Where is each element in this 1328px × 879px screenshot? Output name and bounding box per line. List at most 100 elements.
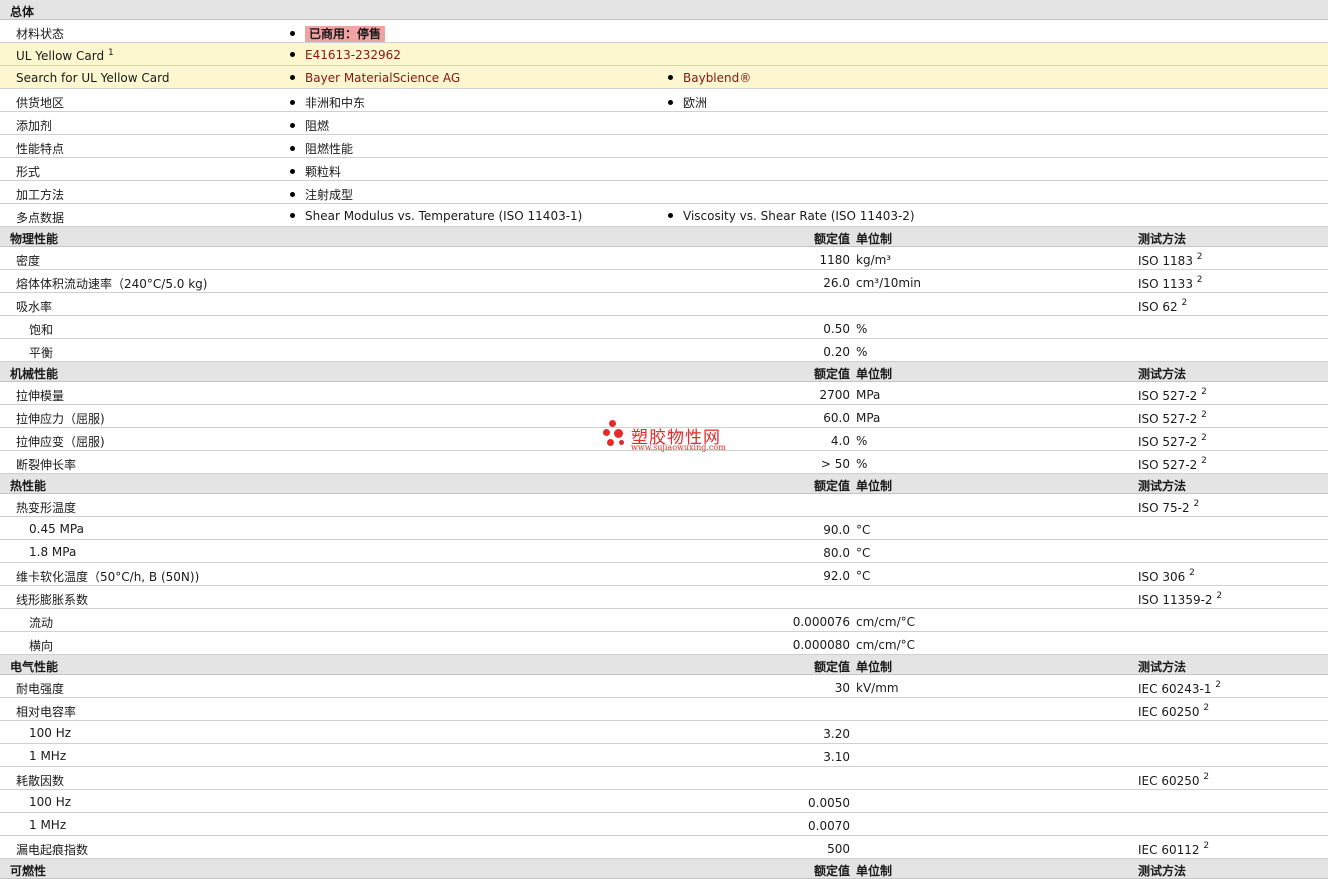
row-label: 多点数据: [16, 211, 65, 225]
property-row: 熔体体积流动速率（240°C/5.0 kg) 26.0 cm³/10min ISO 1…: [0, 270, 1328, 293]
property-row: 1 MHz 0.0070: [0, 813, 1328, 836]
property-unit: °C: [856, 523, 871, 537]
row-label: 供货地区: [16, 96, 65, 110]
header-value: 额定值: [813, 367, 850, 381]
property-label: 饱和: [29, 323, 54, 337]
bullet-icon: [668, 100, 673, 105]
property-unit: %: [856, 345, 868, 359]
logo-dots-icon: [603, 420, 629, 450]
property-unit: kV/mm: [856, 681, 899, 695]
header-unit: 单位制: [856, 479, 893, 493]
test-method: IEC 60250 2: [1138, 772, 1210, 788]
property-label: 熔体体积流动速率（240°C/5.0 kg): [16, 277, 208, 291]
property-row: 流动 0.000076 cm/cm/°C: [0, 609, 1328, 632]
header-unit: 单位制: [856, 660, 893, 674]
test-method-name: ISO 527-2: [1138, 458, 1198, 472]
test-method: ISO 11359-2 2: [1138, 591, 1222, 607]
property-value: 4.0: [830, 434, 850, 448]
header-unit: 单位制: [856, 232, 893, 246]
row-search-ul: Search for UL Yellow Card Bayer Material…: [0, 66, 1328, 89]
property-row: 线形膨胀系数 ISO 11359-2 2: [0, 586, 1328, 609]
property-label: 耐电强度: [16, 682, 65, 696]
test-method: IEC 60112 2: [1138, 841, 1210, 857]
bullet-item: 阻燃: [290, 117, 329, 134]
test-method-name: ISO 527-2: [1138, 389, 1198, 403]
row-label: 添加剂: [16, 119, 53, 133]
test-method: ISO 306 2: [1138, 568, 1195, 584]
row-multipoint: 多点数据 Shear Modulus vs. Temperature (ISO …: [0, 204, 1328, 227]
header-unit: 单位制: [856, 367, 893, 381]
footnote-ref: 2: [1193, 499, 1200, 509]
test-method-name: ISO 527-2: [1138, 412, 1198, 426]
test-method: ISO 527-2 2: [1138, 410, 1207, 426]
test-method-name: ISO 62: [1138, 300, 1178, 314]
property-value: 500: [827, 842, 850, 856]
property-label: 相对电容率: [16, 705, 77, 719]
test-method: ISO 527-2 2: [1138, 387, 1207, 403]
header-value: 额定值: [813, 232, 850, 246]
footnote-ref: 2: [1203, 703, 1210, 713]
property-label: 耗散因数: [16, 774, 65, 788]
row-label: 性能特点: [16, 142, 65, 156]
section-title: 可燃性: [10, 864, 47, 878]
bullet-item: 非洲和中东: [290, 94, 365, 111]
bullet-icon: [290, 213, 295, 218]
property-label: 1.8 MPa: [29, 545, 77, 559]
test-method: ISO 1133 2: [1138, 275, 1203, 291]
bullet-item: 颗粒料: [290, 163, 341, 180]
property-row: 横向 0.000080 cm/cm/°C: [0, 632, 1328, 655]
footnote-ref: 2: [1189, 568, 1195, 578]
header-method: 测试方法: [1138, 660, 1187, 674]
bullet-item: Shear Modulus vs. Temperature (ISO 11403…: [290, 209, 582, 223]
property-row: 1.8 MPa 80.0 °C: [0, 540, 1328, 563]
property-label: 拉伸应力（屈服): [16, 412, 105, 426]
property-value: 90.0: [823, 523, 850, 537]
property-row: 耗散因数 IEC 60250 2: [0, 767, 1328, 790]
bullet-item: Viscosity vs. Shear Rate (ISO 11403-2): [668, 209, 915, 223]
test-method: ISO 75-2 2: [1138, 499, 1200, 515]
property-value: 60.0: [823, 411, 850, 425]
header-method: 测试方法: [1138, 232, 1187, 246]
property-unit: °C: [856, 569, 871, 583]
property-row: 热变形温度 ISO 75-2 2: [0, 494, 1328, 517]
property-row: 100 Hz 0.0050: [0, 790, 1328, 813]
header-method: 测试方法: [1138, 367, 1187, 381]
property-value: 30: [834, 681, 850, 695]
footnote-ref: 2: [1203, 772, 1210, 782]
test-method: IEC 60250 2: [1138, 703, 1210, 719]
row-label: Search for UL Yellow Card: [16, 71, 170, 85]
property-sections: 物理性能 额定值 单位制 测试方法 密度 1180 kg/m³ ISO 1183 2 熔体体积流…: [0, 227, 1328, 879]
test-method: ISO 527-2 2: [1138, 433, 1207, 449]
property-label: 横向: [29, 639, 54, 653]
bullet-icon: [668, 213, 673, 218]
property-row: 相对电容率 IEC 60250 2: [0, 698, 1328, 721]
bullet-item: Bayblend®: [668, 71, 751, 85]
test-method-name: ISO 75-2: [1138, 501, 1190, 515]
property-label: 维卡软化温度（50°C/h, B (50N)): [16, 570, 200, 584]
property-value: 1180: [819, 253, 850, 267]
bullet-item: 欧洲: [668, 94, 707, 111]
section-title: 机械性能: [10, 367, 59, 381]
property-row: 平衡 0.20%: [0, 339, 1328, 362]
property-label: 热变形温度: [16, 501, 77, 515]
property-unit: %: [856, 434, 868, 448]
property-value: 0.0050: [808, 796, 850, 810]
test-method-name: IEC 60243-1: [1138, 682, 1212, 696]
bullet-item: 阻燃性能: [290, 140, 353, 157]
footnote-ref: 2: [1201, 387, 1207, 397]
bullet-icon: [290, 75, 295, 80]
footnote-ref: 2: [1215, 680, 1222, 690]
property-row: 0.45 MPa 90.0 °C: [0, 517, 1328, 540]
footnote-ref: 2: [1201, 410, 1207, 420]
search-link-brand[interactable]: Bayblend®: [683, 71, 751, 85]
property-label: 断裂伸长率: [16, 458, 77, 472]
property-label: 流动: [29, 616, 54, 630]
row-label: 材料状态: [16, 27, 65, 41]
row-features: 性能特点 阻燃性能: [0, 135, 1328, 158]
footnote-ref: 2: [1203, 841, 1210, 851]
ul-card-link[interactable]: E41613-232962: [305, 48, 401, 62]
status-badge: 已商用：停售: [305, 26, 386, 42]
search-link-supplier[interactable]: Bayer MaterialScience AG: [305, 71, 460, 85]
property-unit: cm³/10min: [856, 276, 922, 290]
property-row: 拉伸模量 2700 MPa ISO 527-2 2: [0, 382, 1328, 405]
